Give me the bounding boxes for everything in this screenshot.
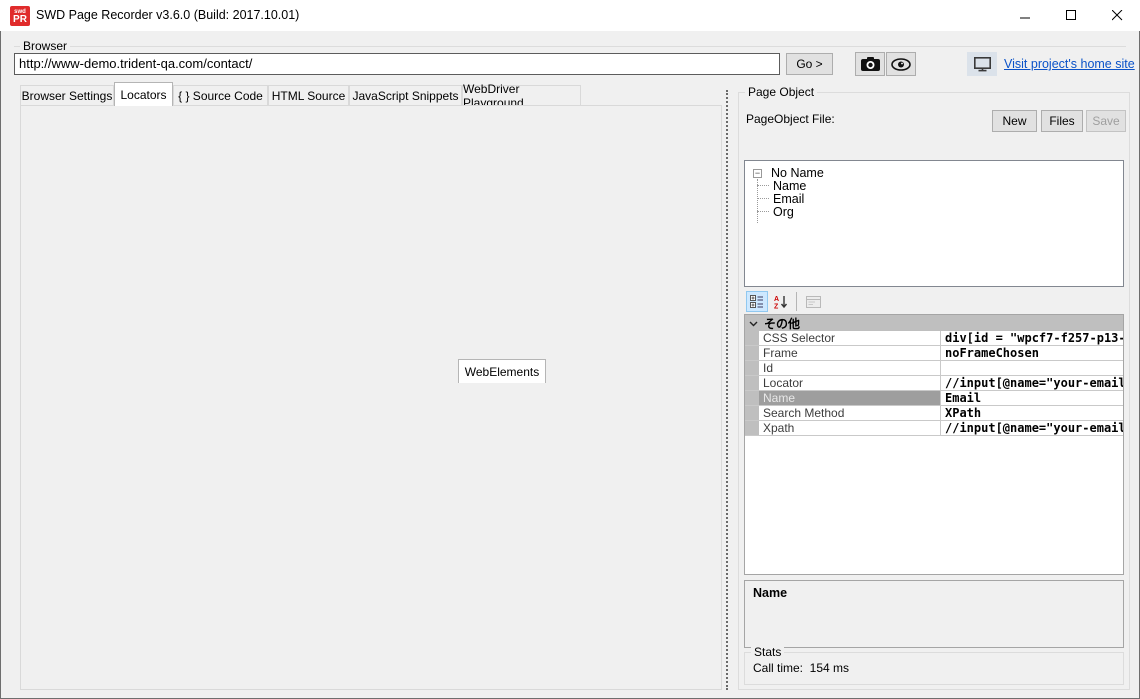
property-row-name[interactable]: Name Email [745,391,1123,406]
app-logo-icon: swd PR [10,6,30,26]
page-object-group-label: Page Object [745,85,817,99]
minimize-button[interactable] [1002,0,1048,31]
property-pages-icon [806,296,821,308]
tree-node-org[interactable]: Org [773,205,794,219]
locators-tab-page [20,105,722,690]
tab-javascript-snippets[interactable]: JavaScript Snippets [349,85,462,106]
tree-connector [757,198,769,199]
desktop-button[interactable] [967,52,997,76]
property-grid: その他 CSS Selector div[id = "wpcf7-f257-p1… [744,314,1124,575]
app-window: swd PR SWD Page Recorder v3.6.0 (Build: … [0,0,1140,699]
title-bar: swd PR SWD Page Recorder v3.6.0 (Build: … [0,0,1140,31]
svg-text:Z: Z [774,303,779,309]
alphabetical-sort-button[interactable]: A Z [770,291,792,312]
call-time-value: Call time: 154 ms [753,661,849,675]
minimize-icon [1020,10,1031,21]
categorized-button[interactable] [746,291,768,312]
property-category-label: その他 [764,315,800,332]
maximize-icon [1066,10,1077,21]
close-button[interactable] [1094,0,1140,31]
pageobject-files-button[interactable]: Files [1041,110,1083,132]
property-row-css-selector[interactable]: CSS Selector div[id = "wpcf7-f257-p13-o1… [745,331,1123,346]
monitor-icon [974,57,991,72]
tab-webdriver-playground[interactable]: WebDriver Playground [462,85,581,106]
browser-group-label: Browser [20,39,70,53]
svg-text:A: A [774,296,779,303]
pageobject-file-label: PageObject File: [746,112,835,126]
stats-group-label: Stats [751,645,784,659]
watch-button[interactable] [886,52,916,76]
eye-icon [891,58,911,71]
url-input[interactable]: http://www-demo.trident-qa.com/contact/ [14,53,780,75]
tab-source-code[interactable]: { } Source Code [173,85,268,106]
categorized-icon [750,295,764,308]
property-description-title: Name [753,586,787,600]
tab-locators[interactable]: Locators [114,82,173,106]
pageobject-new-button[interactable]: New [992,110,1037,132]
camera-icon [861,57,880,71]
property-pages-button[interactable] [802,291,824,312]
tab-html-source[interactable]: HTML Source [268,85,349,106]
pageobject-save-button[interactable]: Save [1086,110,1126,132]
property-row-xpath[interactable]: Xpath //input[@name="your-email"] [745,421,1123,436]
stats-group: Stats Call time: 154 ms [744,652,1124,685]
project-home-link[interactable]: Visit project's home site [1004,57,1135,71]
vertical-splitter[interactable] [726,90,729,690]
tree-connector [757,211,769,212]
property-row-search-method[interactable]: Search Method XPath [745,406,1123,421]
chevron-down-icon [749,316,758,330]
tab-browser-settings[interactable]: Browser Settings [20,85,114,106]
property-row-locator[interactable]: Locator //input[@name="your-email"] [745,376,1123,391]
property-category-row[interactable]: その他 [745,315,1123,331]
go-button[interactable]: Go > [786,53,833,75]
page-object-tree[interactable]: − No Name Name Email Org [744,160,1124,287]
property-row-frame[interactable]: Frame noFrameChosen [745,346,1123,361]
tree-node-name[interactable]: Name [773,179,806,193]
tree-node-email[interactable]: Email [773,192,804,206]
window-title: SWD Page Recorder v3.6.0 (Build: 2017.10… [36,8,299,22]
property-description-box: Name [744,580,1124,648]
browser-group-line [14,46,1126,47]
tree-connector [757,185,769,186]
screenshot-button[interactable] [855,52,885,76]
tab-webelements[interactable]: WebElements [458,359,546,383]
tree-collapse-icon[interactable]: − [753,169,762,178]
close-icon [1112,10,1123,21]
property-row-id[interactable]: Id [745,361,1123,376]
toolbar-separator [796,292,797,311]
maximize-button[interactable] [1048,0,1094,31]
tree-node-root[interactable]: No Name [771,166,824,180]
az-sort-icon: A Z [774,295,788,309]
